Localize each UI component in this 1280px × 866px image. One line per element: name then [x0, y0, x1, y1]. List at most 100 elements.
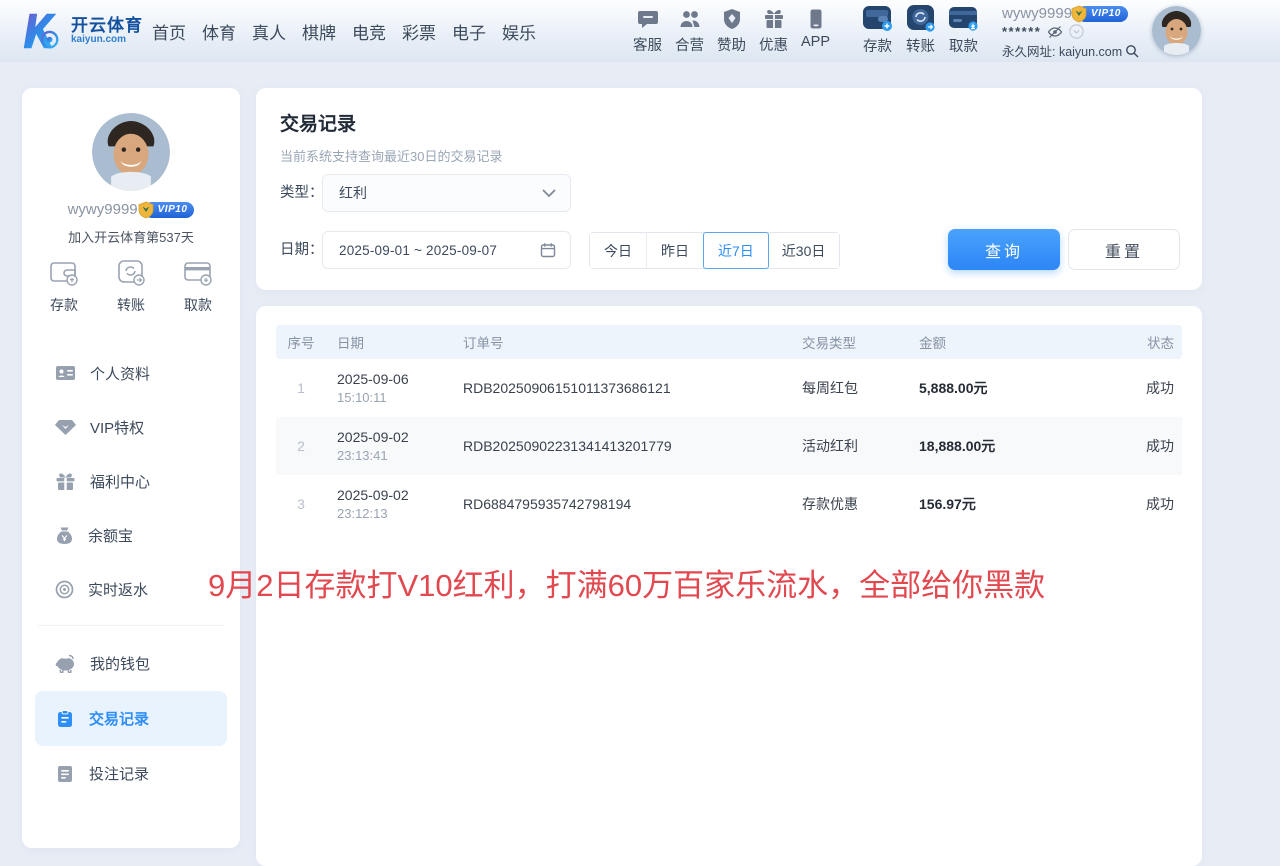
row-amount: 156.97元	[919, 494, 1128, 514]
row-seq: 2	[276, 438, 326, 454]
kaiyun-logo-icon	[18, 8, 64, 54]
row-date: 2025-09-06	[337, 371, 463, 387]
nav-item-home[interactable]: 首页	[152, 19, 186, 44]
row-seq: 1	[276, 380, 326, 396]
col-header-seq: 序号	[276, 332, 326, 352]
sidebar-item-vip[interactable]: VIP特权	[22, 400, 240, 454]
vip-gem-icon	[55, 418, 76, 436]
sidebar-divider	[38, 625, 224, 626]
menu-label: 福利中心	[90, 471, 150, 492]
row-transaction-type: 存款优惠	[802, 494, 919, 514]
wallet-icon-group: 存款 转账 取款	[862, 4, 979, 56]
range-today-button[interactable]: 今日	[590, 233, 647, 268]
menu-label: 余额宝	[88, 525, 133, 546]
menu-label: 投注记录	[89, 763, 149, 784]
wallet-label: 转账	[906, 35, 935, 56]
sidebar-item-transactions[interactable]: 交易记录	[35, 691, 227, 746]
app-download-button[interactable]: APP	[801, 7, 830, 55]
money-bag-icon	[55, 526, 74, 545]
reset-button[interactable]: 重置	[1068, 229, 1180, 270]
row-transaction-type: 活动红利	[802, 436, 919, 456]
row-time: 23:12:13	[337, 506, 463, 521]
type-select-value: 红利	[339, 183, 367, 203]
card-outline-icon	[182, 258, 214, 288]
deposit-button[interactable]: 存款	[862, 4, 893, 56]
nav-item-esports[interactable]: 电竞	[352, 19, 386, 44]
range-yesterday-button[interactable]: 昨日	[647, 233, 704, 268]
date-range-value: 2025-09-01 ~ 2025-09-07	[339, 243, 497, 258]
sidebar-username: wywy9999	[68, 201, 138, 218]
chevron-circle-icon[interactable]	[1069, 24, 1084, 39]
sidebar-item-bet-records[interactable]: 投注记录	[22, 746, 240, 801]
table-row: 2 2025-09-02 23:13:41 RDB202509022313414…	[276, 417, 1182, 475]
row-status: 成功	[1128, 436, 1182, 456]
sidebar-transfer-button[interactable]: 转账	[115, 258, 147, 315]
row-order-number: RD6884795935742798194	[463, 496, 802, 512]
row-time: 15:10:11	[337, 390, 463, 405]
transfer-app-icon	[905, 4, 936, 32]
sidebar-quick-actions: 存款 转账 取款	[22, 258, 240, 315]
sidebar-item-welfare[interactable]: 福利中心	[22, 454, 240, 508]
nav-item-chess[interactable]: 棋牌	[302, 19, 336, 44]
menu-label: 个人资料	[90, 363, 150, 384]
withdraw-app-icon	[948, 4, 979, 32]
range-7days-button[interactable]: 近7日	[703, 232, 769, 269]
eye-off-icon[interactable]	[1047, 25, 1063, 39]
date-range-input[interactable]: 2025-09-01 ~ 2025-09-07	[322, 231, 571, 269]
sidebar-deposit-button[interactable]: 存款	[48, 258, 80, 315]
row-time: 23:13:41	[337, 448, 463, 463]
avatar-photo	[1152, 6, 1201, 55]
row-status: 成功	[1128, 378, 1182, 398]
partners-icon	[678, 7, 702, 31]
calendar-icon	[540, 242, 556, 258]
username-text: wywy9999	[1002, 5, 1072, 22]
customer-service-button[interactable]: 客服	[633, 7, 662, 55]
transfer-button[interactable]: 转账	[905, 4, 936, 56]
row-date: 2025-09-02	[337, 487, 463, 503]
quick-action-label: 转账	[117, 295, 145, 315]
menu-label: 实时返水	[88, 579, 148, 600]
avatar-photo-large	[92, 113, 170, 191]
withdraw-button[interactable]: 取款	[948, 4, 979, 56]
partners-button[interactable]: 合营	[675, 7, 704, 55]
query-button[interactable]: 查询	[948, 229, 1060, 270]
transfer-outline-icon	[115, 258, 147, 288]
row-order-number: RDB20250902231341413201779	[463, 438, 802, 454]
sidebar-item-profile[interactable]: 个人资料	[22, 346, 240, 400]
table-row: 1 2025-09-06 15:10:11 RDB202509061510113…	[276, 359, 1182, 417]
piggy-bank-icon	[55, 654, 76, 673]
search-icon[interactable]	[1125, 44, 1139, 58]
utility-icon-group: 客服 合营 赞助 优惠	[633, 7, 830, 55]
brand-logo[interactable]: 开云体育 kaiyun.com	[18, 8, 143, 54]
row-amount: 18,888.00元	[919, 436, 1128, 456]
gift-icon	[762, 7, 786, 31]
table-row: 3 2025-09-02 23:12:13 RD6884795935742798…	[276, 475, 1182, 533]
avatar-large[interactable]	[92, 113, 170, 191]
sidebar-item-yuebao[interactable]: 余额宝	[22, 508, 240, 562]
nav-item-sports[interactable]: 体育	[202, 19, 236, 44]
top-header: 开云体育 kaiyun.com 首页 体育 真人 棋牌 电竞 彩票 电子 娱乐 …	[0, 0, 1280, 62]
type-select[interactable]: 红利	[322, 174, 571, 212]
nav-item-entertainment[interactable]: 娱乐	[502, 19, 536, 44]
utility-label: 优惠	[759, 34, 788, 55]
col-header-date: 日期	[326, 332, 463, 352]
row-order-number: RDB20250906151011373686121	[463, 380, 802, 396]
avatar[interactable]	[1152, 6, 1201, 55]
date-quick-ranges: 今日 昨日 近7日 近30日	[589, 232, 840, 269]
promotions-button[interactable]: 优惠	[759, 7, 788, 55]
row-amount: 5,888.00元	[919, 378, 1128, 398]
range-30days-button[interactable]: 近30日	[768, 233, 840, 268]
nav-item-lottery[interactable]: 彩票	[402, 19, 436, 44]
sidebar-withdraw-button[interactable]: 取款	[182, 258, 214, 315]
sponsor-button[interactable]: 赞助	[717, 7, 746, 55]
row-transaction-type: 每周红包	[802, 378, 919, 398]
phone-icon	[804, 7, 828, 31]
quick-action-label: 存款	[50, 295, 78, 315]
nav-item-live[interactable]: 真人	[252, 19, 286, 44]
quick-action-label: 取款	[184, 295, 212, 315]
rebate-icon	[55, 580, 74, 599]
wallet-label: 取款	[949, 35, 978, 56]
nav-item-slots[interactable]: 电子	[452, 19, 486, 44]
menu-label: VIP特权	[90, 417, 144, 438]
sidebar-item-wallet[interactable]: 我的钱包	[22, 636, 240, 691]
